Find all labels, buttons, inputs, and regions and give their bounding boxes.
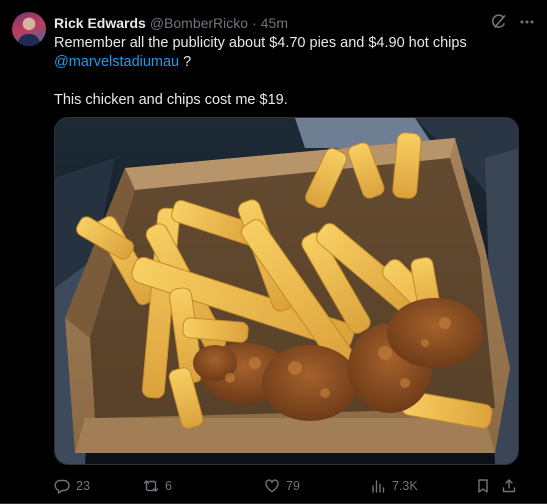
header-icons <box>491 14 535 30</box>
tweet-text-line: This chicken and chips cost me $19. <box>54 92 288 108</box>
tweet-text-line: Remember all the publicity about $4.70 p… <box>54 35 467 51</box>
like-icon <box>264 478 280 494</box>
more-icon[interactable] <box>519 14 535 30</box>
like-button[interactable]: 79 <box>264 478 300 494</box>
bookmark-button[interactable] <box>475 478 491 494</box>
author-name[interactable]: Rick Edwards <box>54 15 146 31</box>
reply-count: 23 <box>76 479 90 493</box>
mention-link[interactable]: @marvelstadiumau <box>54 54 179 70</box>
repost-count: 6 <box>165 479 172 493</box>
tweet[interactable]: Rick Edwards @BomberRicko · 45m Remember… <box>0 0 547 504</box>
views-icon <box>370 478 386 494</box>
tweet-text: Remember all the publicity about $4.70 p… <box>54 34 524 110</box>
chicken-and-chips-photo <box>55 118 518 464</box>
tweet-header: Rick Edwards @BomberRicko · 45m <box>54 14 535 32</box>
share-icon <box>501 478 517 494</box>
reply-icon <box>54 478 70 494</box>
views-count: 7.3K <box>392 479 418 493</box>
avatar[interactable] <box>12 12 46 46</box>
action-bar: 23 6 79 7.3K <box>54 476 519 496</box>
separator-dot: · <box>252 15 257 31</box>
bookmark-icon <box>475 478 491 494</box>
tweet-text-line: @marvelstadiumau ? <box>54 53 524 72</box>
grok-icon[interactable] <box>491 14 507 30</box>
like-count: 79 <box>286 479 300 493</box>
timestamp[interactable]: 45m <box>261 15 288 31</box>
mention-suffix: ? <box>179 54 192 70</box>
reply-button[interactable]: 23 <box>54 478 90 494</box>
repost-button[interactable]: 6 <box>143 478 172 494</box>
share-button[interactable] <box>501 478 517 494</box>
repost-icon <box>143 478 159 494</box>
author-handle[interactable]: @BomberRicko <box>150 15 248 31</box>
views-button[interactable]: 7.3K <box>370 478 418 494</box>
tweet-photo[interactable] <box>54 117 519 465</box>
